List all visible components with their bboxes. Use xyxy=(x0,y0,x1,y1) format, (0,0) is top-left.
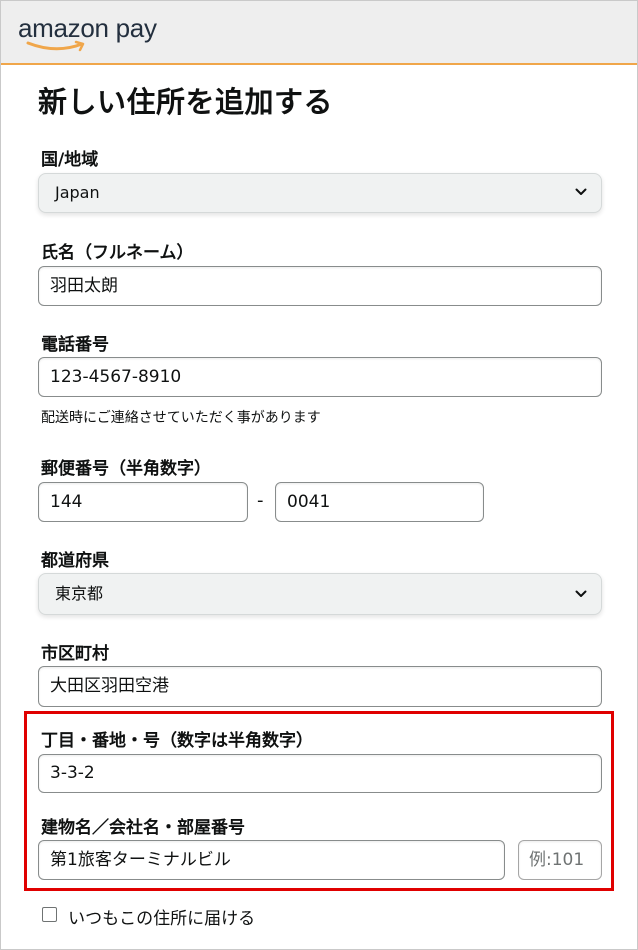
postal-input-2[interactable]: 0041 xyxy=(275,482,484,522)
highlight-box xyxy=(24,711,614,891)
phone-input[interactable]: 123-4567-8910 xyxy=(38,357,602,397)
page-frame: amazon pay 新しい住所を追加する 国/地域 Japan 氏名（フルネー… xyxy=(0,0,638,950)
default-address-checkbox[interactable] xyxy=(42,907,57,922)
phone-label: 電話番号 xyxy=(41,335,109,355)
default-address-label: いつもこの住所に届ける xyxy=(68,909,256,929)
prefecture-value: 東京都 xyxy=(55,584,104,603)
name-label: 氏名（フルネーム） xyxy=(41,243,194,263)
default-address-option[interactable]: いつもこの住所に届ける xyxy=(42,904,255,929)
city-input[interactable]: 大田区羽田空港 xyxy=(38,666,602,707)
chevron-down-icon xyxy=(575,590,587,597)
postal-value-1: 144 xyxy=(50,492,83,512)
postal-separator: - xyxy=(257,490,264,511)
postal-label: 郵便番号（半角数字） xyxy=(41,459,211,479)
prefecture-select[interactable]: 東京都 xyxy=(38,573,602,615)
postal-value-2: 0041 xyxy=(287,492,331,512)
page-title: 新しい住所を追加する xyxy=(38,85,334,119)
country-value: Japan xyxy=(55,183,100,202)
amazon-smile-icon xyxy=(26,40,85,52)
city-value: 大田区羽田空港 xyxy=(50,676,169,696)
name-input[interactable]: 羽田太朗 xyxy=(38,266,602,306)
prefecture-label: 都道府県 xyxy=(41,551,109,571)
phone-value: 123-4567-8910 xyxy=(50,367,182,387)
name-value: 羽田太朗 xyxy=(50,276,118,296)
country-label: 国/地域 xyxy=(41,150,99,170)
country-select[interactable]: Japan xyxy=(38,173,602,213)
header-bar: amazon pay xyxy=(1,1,637,65)
postal-input-1[interactable]: 144 xyxy=(38,482,248,522)
chevron-down-icon xyxy=(575,188,587,195)
city-label: 市区町村 xyxy=(41,644,109,664)
phone-hint: 配送時にご連絡させていただく事があります xyxy=(41,410,321,426)
